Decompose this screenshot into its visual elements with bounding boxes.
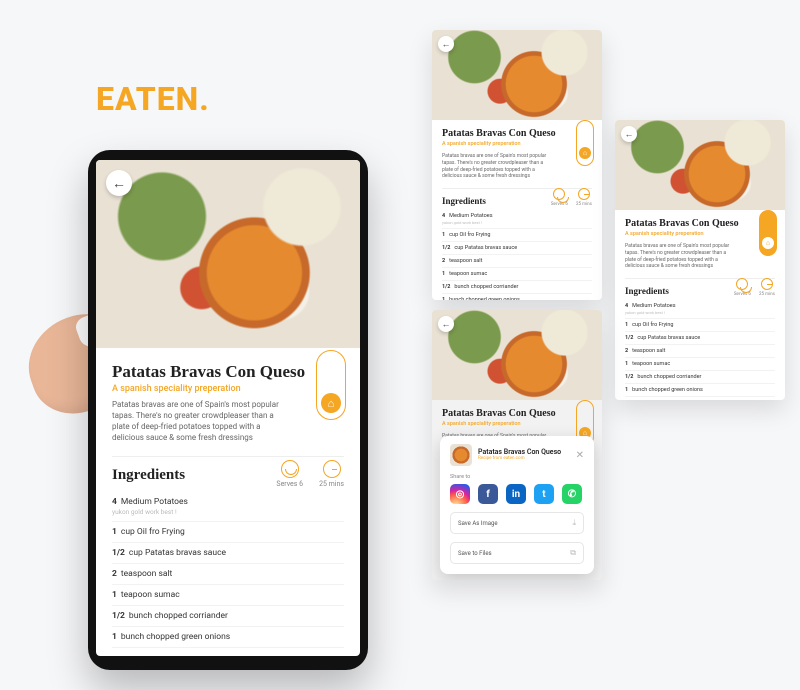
instagram-icon[interactable]: ◎ [450,484,470,504]
phone-frame: ← Patatas Bravas Con Queso A spanish spe… [88,150,368,670]
phone-screen: ← Patatas Bravas Con Queso A spanish spe… [96,160,360,656]
preview-card-default: ← Patatas Bravas Con Queso A spanish spe… [432,30,602,300]
share-icon: ⌂ [583,149,587,157]
recipe-subtitle: A spanish speciality preperation [625,231,775,237]
save-files-label: Save to Files [458,550,492,557]
preview-card-active-pill: ← Patatas Bravas Con Queso A spanish spe… [615,120,785,400]
recipe-title: Patatas Bravas Con Queso [112,362,344,382]
serves-icon [553,188,565,200]
clock-icon [578,188,590,200]
list-item: 1teapoon sumac [442,268,592,281]
list-item: 2teaspoon salt [442,255,592,268]
share-pill[interactable]: ⌂ [576,120,594,166]
download-icon: ⤓ [572,518,576,528]
list-item: 1bunch chopped green onions [442,294,592,300]
arrow-left-icon: ← [442,39,451,50]
share-subtitle: Recipe from eaten.com [478,456,561,461]
list-item: 1/2cup Patatas bravas sauce [625,332,775,345]
recipe-description: Patatas bravas are one of Spain's most p… [625,243,738,270]
facebook-icon[interactable]: f [478,484,498,504]
recipe-description: Patatas bravas are one of Spain's most p… [442,153,555,180]
list-item: 2teaspoon salt [625,345,775,358]
close-icon: ✕ [576,450,584,461]
share-networks: ◎ f in t ✆ [450,484,584,504]
list-item: 1/2cup Patatas bravas sauce [112,543,344,564]
recipe-subtitle: A spanish speciality preperation [442,421,592,427]
list-item: 2teaspoon salt [112,564,344,585]
recipe-subtitle: A spanish speciality preperation [112,384,344,394]
share-sheet: Patatas Bravas Con Queso Recipe from eat… [440,436,594,574]
list-item: 1cup Oil fro Frying [112,522,344,543]
list-item: 1/2bunch chopped corriander [112,606,344,627]
list-item: 1cup Oil fro Frying [442,229,592,242]
arrow-left-icon: ← [112,175,126,192]
serves-label: Serves 6 [551,202,568,207]
arrow-left-icon: ← [625,129,634,140]
list-item: 1bunch chopped green onions [112,627,344,648]
clock-icon [323,460,341,478]
serves-icon [281,460,299,478]
list-item: 1teapoon sumac [112,585,344,606]
phone-mockup: ← Patatas Bravas Con Queso A spanish spe… [88,150,368,690]
time-label: 25 mins [576,202,592,207]
list-item: 1bunch chopped green onions [625,384,775,397]
save-as-image-button[interactable]: Save As Image ⤓ [450,512,584,534]
back-button[interactable]: ← [621,126,637,142]
recipe-meta: Serves 6 25 mins [276,460,344,488]
share-to-label: Share to [450,474,584,480]
share-pill-active[interactable]: ⌂ [759,210,777,256]
share-icon: ⌂ [328,397,335,410]
close-button[interactable]: ✕ [576,450,584,461]
recipe-title: Patatas Bravas Con Queso [442,408,592,419]
share-icon: ⌂ [766,239,770,247]
back-button[interactable]: ← [438,36,454,52]
back-button[interactable]: ← [106,170,132,196]
save-image-label: Save As Image [458,520,498,527]
serves-icon [736,278,748,290]
list-item: 1cup Oil fro Frying [625,319,775,332]
serves-label: Serves 6 [276,480,303,488]
list-item: 1teapoon sumac [625,358,775,371]
recipe-description: Patatas bravas are one of Spain's most p… [112,400,293,443]
serves-label: Serves 6 [734,292,751,297]
preview-card-share-sheet: ← Patatas Bravas Con Queso A spanish spe… [432,310,602,580]
list-item: 4Medium Potatoesyukon gold work best ! [112,492,344,522]
list-item: 1/2bunch chopped corriander [625,371,775,384]
copy-icon: ⧉ [570,548,576,558]
back-button[interactable]: ← [438,316,454,332]
whatsapp-icon[interactable]: ✆ [562,484,582,504]
recipe-title: Patatas Bravas Con Queso [442,128,592,139]
share-pill[interactable]: ⌂ [316,350,346,420]
recipe-title: Patatas Bravas Con Queso [625,218,775,229]
save-to-files-button[interactable]: Save to Files ⧉ [450,542,584,564]
recipe-hero-image: ← [96,160,360,348]
linkedin-icon[interactable]: in [506,484,526,504]
recipe-subtitle: A spanish speciality preperation [442,141,592,147]
ingredients-list: 4Medium Potatoesyukon gold work best ! 1… [112,492,344,648]
list-item: 4Medium Potatoesyukon gold work best ! [442,210,592,229]
twitter-icon[interactable]: t [534,484,554,504]
brand-logo: EATEN. [96,80,210,118]
clock-icon [761,278,773,290]
time-label: 25 mins [319,480,344,488]
arrow-left-icon: ← [442,319,451,330]
time-label: 25 mins [759,292,775,297]
list-item: 1/2bunch chopped corriander [442,281,592,294]
list-item: 4Medium Potatoesyukon gold work best ! [625,300,775,319]
list-item: 1/2cup Patatas bravas sauce [442,242,592,255]
share-thumbnail [450,444,472,466]
